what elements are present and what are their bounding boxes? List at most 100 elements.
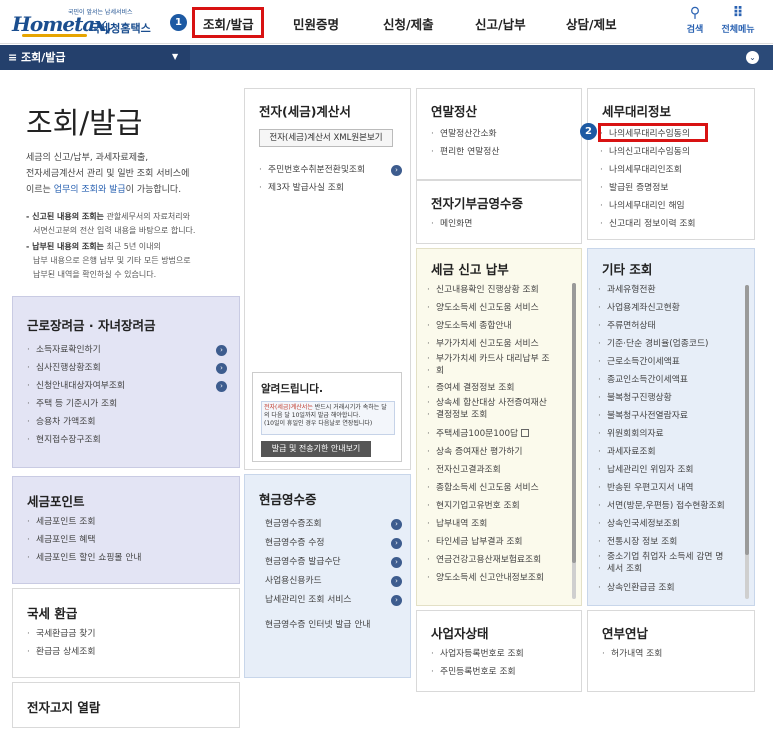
list-item-cont[interactable]: 결정정보 조회: [427, 409, 550, 425]
list-item[interactable]: 발급된 증명정보: [600, 179, 696, 197]
list-item[interactable]: 증여세 결정정보 조회: [427, 379, 550, 397]
list-item[interactable]: 양도소득세 종합안내: [427, 317, 550, 335]
list-item[interactable]: 중소기업 취업자 소득세 감면 명: [598, 551, 725, 563]
expand-chevron-icon[interactable]: ⌄: [746, 51, 759, 64]
list-item[interactable]: 서면(방문,우편등) 접수현황조회: [598, 497, 725, 515]
list-item[interactable]: 승용차 가액조회: [27, 413, 125, 431]
arrow-right-icon[interactable]: ›: [391, 557, 402, 568]
scroll-thumb[interactable]: [572, 283, 576, 563]
list-item[interactable]: 현금영수증 수정: [265, 534, 371, 553]
list-item[interactable]: 종합소득세 신고도움 서비스: [427, 479, 550, 497]
list-item[interactable]: 전자신고결과조회: [427, 461, 550, 479]
nav-item-certificate[interactable]: 민원증명: [293, 14, 339, 33]
list-item[interactable]: 불복청구진행상황: [598, 389, 725, 407]
panel-tax-point: 세금포인트 세금포인트 조회 세금포인트 혜택 세금포인트 할인 쇼핑몰 안내: [12, 476, 240, 584]
list-item[interactable]: 부가가치세 카드사 대리납부 조: [427, 353, 550, 365]
arrow-right-icon[interactable]: ›: [391, 519, 402, 530]
list-item[interactable]: 납부내역 조회: [427, 515, 550, 533]
list-item[interactable]: 신고내용확인 진행상황 조회: [427, 281, 550, 299]
list-item[interactable]: 제3자 발급사실 조회: [259, 179, 365, 197]
tax-report-scrollbar[interactable]: [572, 283, 576, 599]
list-item[interactable]: 불복청구사전열람자료: [598, 407, 725, 425]
list-item[interactable]: 주류면허상태: [598, 317, 725, 335]
list-item[interactable]: 주민등록번호로 조회: [431, 663, 524, 681]
list-item-link[interactable]: 주택세금100문100답: [427, 425, 550, 443]
list-item[interactable]: 메인화면: [431, 215, 472, 233]
list-item-cont[interactable]: 세서 조회: [598, 563, 725, 579]
arrow-right-icon[interactable]: ›: [391, 165, 402, 176]
arrow-right-icon[interactable]: ›: [216, 363, 227, 374]
hometax-logo[interactable]: 국민이 앞서는 납세서비스 Hometax, 국세청홈택스: [10, 8, 160, 38]
arrow-right-icon[interactable]: ›: [391, 576, 402, 587]
list-item[interactable]: 국세환급금 찾기: [27, 625, 95, 643]
list-item-cont[interactable]: 회: [427, 365, 550, 379]
list-item[interactable]: 나의세무대리인 해임: [600, 197, 696, 215]
list-item[interactable]: 반송된 우편고지서 내역: [598, 479, 725, 497]
other-inquiry-scrollbar[interactable]: [745, 285, 749, 599]
list-item[interactable]: 양도소득세 신고도움 서비스: [427, 299, 550, 317]
list-item[interactable]: 상속 증여재산 평가하기: [427, 443, 550, 461]
top-header: 국민이 앞서는 납세서비스 Hometax, 국세청홈택스 1 조회/발급 민원…: [0, 0, 773, 44]
list-item[interactable]: 사업자등록번호로 조회: [431, 645, 524, 663]
list-item[interactable]: 나의신고대리수임동의: [600, 143, 696, 161]
list-item[interactable]: 근로소득간이세액표: [598, 353, 725, 371]
panel-title: 연말정산: [431, 104, 478, 119]
list-item[interactable]: 연금건강고용산재보험료조회: [427, 551, 550, 569]
list-item[interactable]: 심사진행상황조회: [27, 359, 125, 377]
list-item[interactable]: 과세유형전환: [598, 281, 725, 299]
list-item[interactable]: 나의세무대리인조회: [600, 161, 696, 179]
arrow-right-icon[interactable]: ›: [216, 345, 227, 356]
list-item[interactable]: 신청안내대상자여부조회: [27, 377, 125, 395]
list-item[interactable]: 환급금 상세조회: [27, 643, 95, 661]
list-item[interactable]: 신고대리 정보이력 조회: [600, 215, 696, 233]
nav-item-apply[interactable]: 신청/제출: [383, 14, 434, 33]
arrow-right-icon[interactable]: ›: [216, 381, 227, 392]
list-item[interactable]: 상속세 합산대상 사전증여재산: [427, 397, 550, 409]
list-item[interactable]: 허가내역 조회: [602, 645, 662, 663]
list-item[interactable]: 세금포인트 할인 쇼핑몰 안내: [27, 549, 142, 567]
panel-installment: 연부연납 허가내역 조회: [587, 610, 755, 692]
search-button[interactable]: ⚲ 검색: [677, 6, 713, 35]
nav-item-consult[interactable]: 상담/제보: [566, 14, 617, 33]
list-item[interactable]: 현지접수장구조회: [27, 431, 125, 449]
list-item[interactable]: 납세관리인 조회 서비스: [265, 591, 371, 616]
deadline-guide-button[interactable]: 발급 및 전송기한 안내보기: [261, 441, 371, 457]
arrow-right-icon[interactable]: ›: [391, 538, 402, 549]
list-item[interactable]: 소득자료확인하기: [27, 341, 125, 359]
all-menu-button[interactable]: ⠿ 전체메뉴: [718, 6, 758, 35]
list-item[interactable]: 사업용계좌신고현황: [598, 299, 725, 317]
list-item[interactable]: 현금영수증 발급수단: [265, 553, 371, 572]
list-item[interactable]: 현금영수증조회: [265, 515, 371, 534]
sub-menu-label: ≡ 조회/발급: [8, 51, 66, 64]
list-item[interactable]: 세금포인트 혜택: [27, 531, 142, 549]
list-item[interactable]: 상속인국세정보조회: [598, 515, 725, 533]
list-item[interactable]: 납세관리인 위임자 조회: [598, 461, 725, 479]
list-item[interactable]: 전통시장 정보 조회: [598, 533, 725, 551]
list-item[interactable]: 양도소득세 신고안내정보조회: [427, 569, 550, 587]
list-item[interactable]: 위원회회의자료: [598, 425, 725, 443]
xml-original-button[interactable]: 전자(세금)계산서 XML원본보기: [259, 129, 393, 147]
nav-item-report[interactable]: 신고/납부: [475, 14, 526, 33]
list-item[interactable]: 연말정산간소화: [431, 125, 499, 143]
e-invoice-list: 주민번호수취분전환및조회 제3자 발급사실 조회: [259, 161, 365, 197]
scroll-thumb[interactable]: [745, 285, 749, 555]
list-item[interactable]: 타인세금 납부결과 조회: [427, 533, 550, 551]
list-item[interactable]: 사업용신용카드: [265, 572, 371, 591]
main-content: 조회/발급 세금의 신고/납부, 과세자료제출, 전자세금계산서 관리 및 일반…: [0, 70, 773, 739]
list-item[interactable]: 상속인환급금 조회: [598, 579, 725, 597]
list-item[interactable]: 주택 등 기준시가 조회: [27, 395, 125, 413]
panel-title[interactable]: 전자고지 열람: [27, 697, 100, 716]
list-item[interactable]: 현금영수증 인터넷 발급 안내: [265, 616, 371, 635]
list-item[interactable]: 현지기업고유번호 조회: [427, 497, 550, 515]
list-item[interactable]: 과세자료조회: [598, 443, 725, 461]
list-item[interactable]: 세금포인트 조회: [27, 513, 142, 531]
list-item[interactable]: 종교인소득간이세액표: [598, 371, 725, 389]
external-link-icon: [521, 429, 530, 437]
panel-title: 근로장려금 · 자녀장려금: [27, 318, 156, 333]
earned-list: 소득자료확인하기 심사진행상황조회 신청안내대상자여부조회 주택 등 기준시가 …: [27, 341, 125, 449]
list-item[interactable]: 기준·단순 경비율(업종코드): [598, 335, 725, 353]
list-item[interactable]: 부가가치세 신고도움 서비스: [427, 335, 550, 353]
list-item[interactable]: 주민번호수취분전환및조회: [259, 161, 365, 179]
arrow-right-icon[interactable]: ›: [391, 595, 402, 606]
list-item[interactable]: 편리한 연말정산: [431, 143, 499, 161]
